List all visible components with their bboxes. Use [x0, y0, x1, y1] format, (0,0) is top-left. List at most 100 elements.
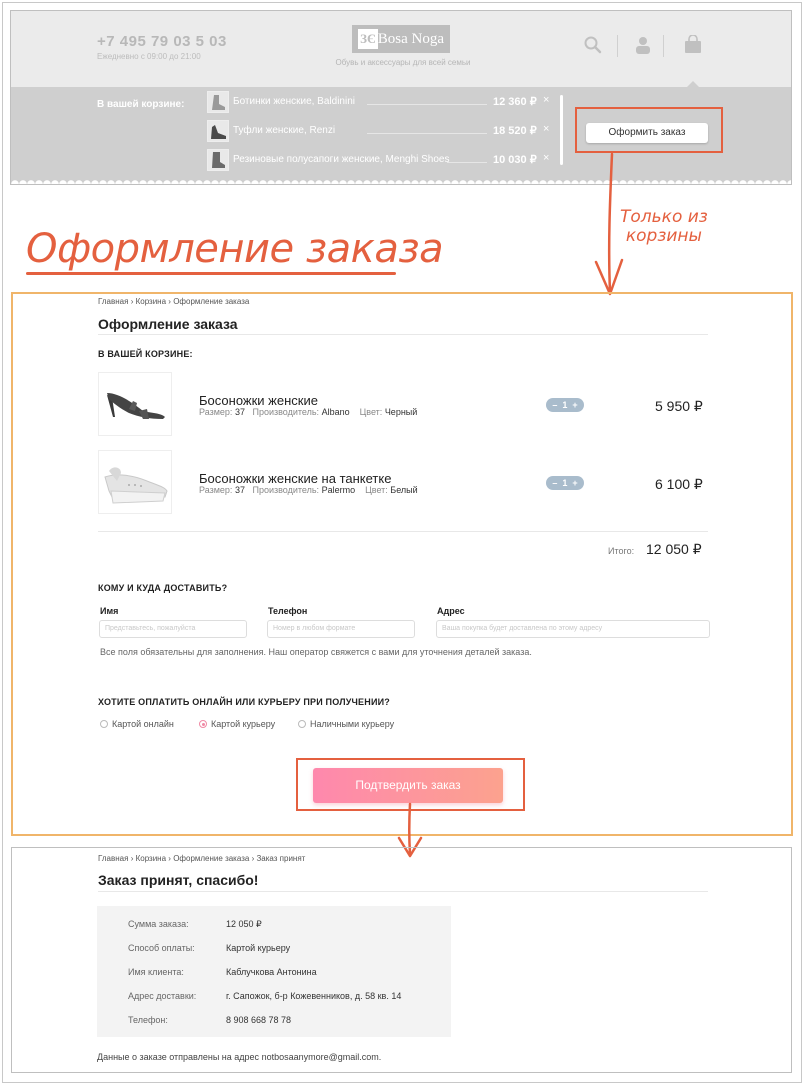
header-divider: [663, 35, 664, 57]
meta-label: Производитель:: [252, 407, 320, 417]
email-confirmation-note: Данные о заказе отправлены на адрес notb…: [97, 1052, 381, 1062]
product-thumbnail: [207, 149, 229, 171]
profile-icon[interactable]: [635, 36, 651, 54]
mini-cart-item-name: Резиновые полусапоги женские, Menghi Sho…: [233, 154, 450, 165]
total-value: 12 050 ₽: [646, 541, 702, 557]
meta-value: Белый: [390, 485, 418, 495]
meta-label: Размер:: [199, 407, 233, 417]
dotted-leader: [367, 104, 487, 105]
phone-field[interactable]: Номер в любом формате: [267, 620, 415, 638]
mini-cart-item-name: Туфли женские, Renzi: [233, 125, 336, 136]
logo[interactable]: ЗЄ Bosa Noga: [352, 25, 450, 53]
quantity-stepper[interactable]: – 1 +: [546, 398, 584, 412]
product-thumbnail: [207, 91, 229, 113]
mini-cart-item-price: 10 030 ₽: [493, 154, 537, 166]
search-icon[interactable]: [584, 36, 602, 54]
address-label: Адрес: [437, 606, 465, 616]
quantity-stepper[interactable]: – 1 +: [546, 476, 584, 490]
annotation-page-title: Оформление заказа: [26, 226, 444, 272]
minus-icon[interactable]: –: [552, 400, 557, 410]
mini-cart-item[interactable]: Ботинки женские, Baldinini 12 360 ₽ ×: [207, 91, 557, 115]
mini-cart-item[interactable]: Резиновые полусапоги женские, Menghi Sho…: [207, 149, 557, 173]
breadcrumb-item: Оформление заказа: [173, 297, 250, 306]
product-name[interactable]: Босоножки женские: [199, 393, 318, 408]
breadcrumb-item[interactable]: Корзина: [136, 297, 166, 306]
product-name[interactable]: Босоножки женские на танкетке: [199, 471, 391, 486]
remove-item-button[interactable]: ×: [543, 94, 549, 106]
product-image[interactable]: [98, 372, 172, 436]
email-address: notbosaanymore@gmail.com.: [261, 1052, 382, 1062]
summary-value: 12 050 ₽: [226, 919, 262, 929]
mini-cart-label: В вашей корзине:: [97, 99, 185, 110]
cart-bag-icon[interactable]: [684, 35, 702, 53]
plus-icon[interactable]: +: [572, 478, 577, 488]
radio-button-selected[interactable]: [199, 720, 207, 728]
product-meta: Размер: 37 Производитель: Palermo Цвет: …: [199, 485, 418, 495]
meta-value: 37: [234, 407, 245, 417]
payment-option-label: Картой онлайн: [112, 719, 174, 729]
meta-label: Производитель:: [252, 485, 320, 495]
name-field[interactable]: Представьтесь, пожалуйста: [99, 620, 247, 638]
product-meta: Размер: 37 Производитель: Albano Цвет: Ч…: [199, 407, 417, 417]
cart-heading: В ВАШЕЙ КОРЗИНЕ:: [98, 349, 193, 359]
divider: [98, 531, 708, 532]
summary-key: Сумма заказа:: [128, 919, 189, 929]
breadcrumb-item: Заказ принят: [256, 854, 306, 863]
sandal-black-icon: [107, 393, 165, 419]
remove-item-button[interactable]: ×: [543, 152, 549, 164]
breadcrumb: Главная › Корзина › Оформление заказа › …: [98, 854, 305, 863]
summary-value: г. Сапожок, б-р Кожевенников, д. 58 кв. …: [226, 991, 402, 1001]
phone-label: Телефон: [268, 606, 308, 616]
divider: [98, 334, 708, 335]
payment-heading: ХОТИТЕ ОПЛАТИТЬ ОНЛАЙН ИЛИ КУРЬЕРУ ПРИ П…: [98, 697, 390, 707]
summary-value: Каблучкова Антонина: [226, 967, 317, 977]
breadcrumb-item[interactable]: Главная: [98, 297, 128, 306]
header-hours: Ежедневно с 09:00 до 21:00: [97, 52, 201, 61]
remove-item-button[interactable]: ×: [543, 123, 549, 135]
logo-mark-icon: ЗЄ: [358, 29, 378, 49]
mini-cart-item[interactable]: Туфли женские, Renzi 18 520 ₽ ×: [207, 120, 557, 144]
summary-key: Адрес доставки:: [128, 991, 197, 1001]
breadcrumb-item[interactable]: Главная: [98, 854, 128, 863]
annotation-note-line: корзины: [625, 226, 702, 246]
zigzag-edge: [11, 176, 791, 184]
summary-value: 8 908 668 78 78: [226, 1015, 292, 1025]
product-thumbnail: [207, 120, 229, 142]
radio-button[interactable]: [298, 720, 306, 728]
summary-key: Имя клиента:: [128, 967, 184, 977]
plus-icon[interactable]: +: [572, 400, 577, 410]
header-top-bar: +7 495 79 03 5 03 Ежедневно с 09:00 до 2…: [11, 11, 791, 88]
breadcrumb: Главная › Корзина › Оформление заказа: [98, 297, 249, 306]
meta-value: Черный: [384, 407, 418, 417]
meta-value: Albano: [321, 407, 350, 417]
radio-button[interactable]: [100, 720, 108, 728]
boot-icon: [212, 152, 225, 168]
total-label: Итого:: [608, 546, 635, 556]
payment-option-label: Картой курьеру: [211, 719, 276, 729]
dotted-leader: [367, 133, 487, 134]
summary-key: Способ оплаты:: [128, 943, 195, 953]
payment-option-label: Наличными курьеру: [310, 719, 395, 729]
annotation-note-line: Только из: [620, 207, 708, 227]
breadcrumb-item[interactable]: Оформление заказа: [173, 854, 249, 863]
address-field[interactable]: Ваша покупка будет доставлена по этому а…: [436, 620, 710, 638]
page-title: Заказ принят, спасибо!: [98, 872, 259, 888]
quantity-value: 1: [562, 478, 568, 488]
name-label: Имя: [100, 606, 119, 616]
minus-icon[interactable]: –: [552, 478, 557, 488]
product-image[interactable]: [98, 450, 172, 514]
page-title: Оформление заказа: [98, 316, 238, 332]
mini-cart-item-name: Ботинки женские, Baldinini: [233, 96, 355, 107]
meta-label: Цвет:: [359, 407, 383, 417]
meta-label: Цвет:: [365, 485, 388, 495]
delivery-heading: КОМУ И КУДА ДОСТАВИТЬ?: [98, 583, 228, 593]
mini-cart-scrollbar[interactable]: [560, 95, 563, 165]
fields-note: Все поля обязательны для заполнения. Наш…: [100, 647, 532, 657]
header-tagline: Обувь и аксессуары для всей семьи: [335, 58, 471, 67]
breadcrumb-item[interactable]: Корзина: [136, 854, 166, 863]
mini-cart-item-price: 12 360 ₽: [493, 96, 537, 108]
annotation-highlight-box: [575, 107, 723, 153]
mini-cart-item-price: 18 520 ₽: [493, 125, 537, 137]
logo-text: Bosa Noga: [377, 31, 444, 47]
header-phone[interactable]: +7 495 79 03 5 03: [97, 33, 227, 50]
